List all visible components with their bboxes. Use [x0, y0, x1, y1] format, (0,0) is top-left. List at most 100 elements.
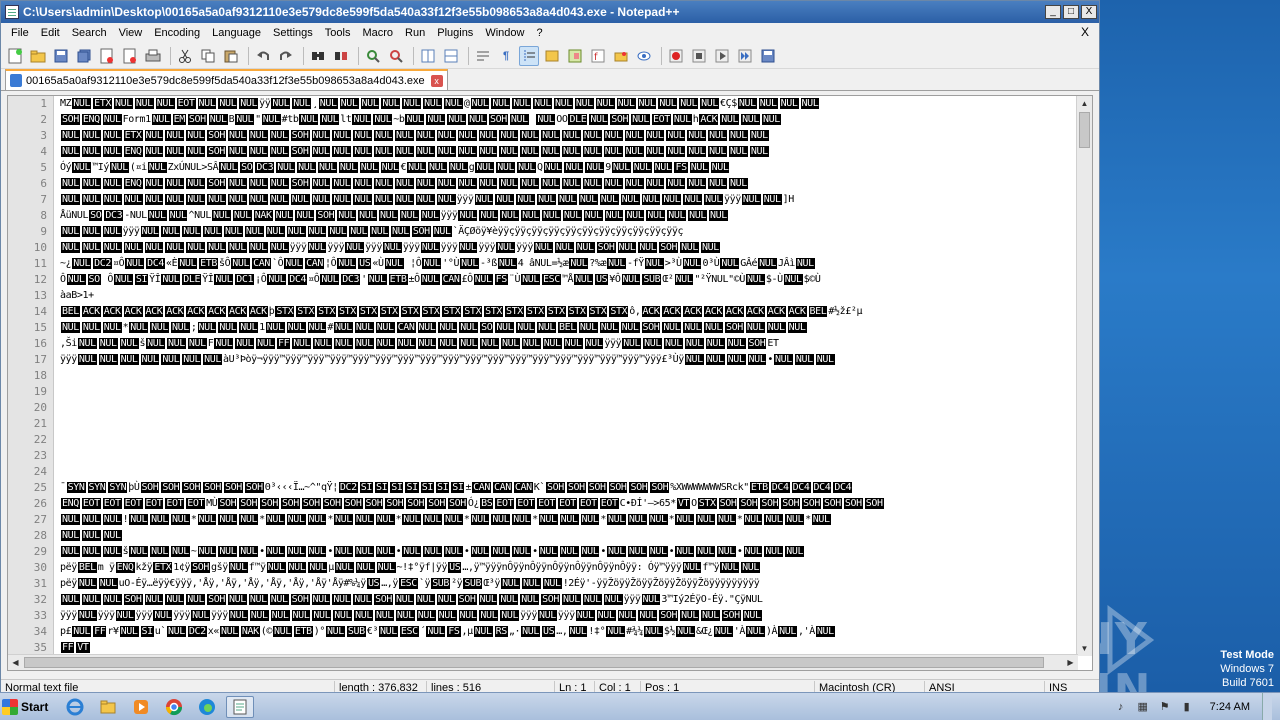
menu-plugins[interactable]: Plugins [431, 24, 479, 42]
menu-macro[interactable]: Macro [356, 24, 399, 42]
code-line[interactable]: NUL NUL NUL NUL NUL NUL NUL NUL NUL NUL NUL NUL NUL N… [60, 192, 1076, 208]
code-line[interactable]: ÿÿÿ NUL NUL NUL NUL NUL NUL NUL àU³Þòÿ¬ÿÿÿ™ÿÿÿ™ÿ… [60, 352, 1076, 368]
code-line[interactable]: ~¿ NUL DC2 ¤Ô NUL DC4 «È NUL ETB šÔ NUL CAN `Ô NUL CAN… [60, 256, 1076, 272]
menu-language[interactable]: Language [206, 24, 267, 42]
code-line[interactable]: NUL NUL NUL š NUL NUL NUL ~ NUL NUL NUL • NUL NUL NUL •… [60, 544, 1076, 560]
stop-macro-icon[interactable] [689, 46, 709, 66]
vertical-scroll-thumb[interactable] [1079, 112, 1090, 148]
scroll-right-icon[interactable]: ▶ [1063, 655, 1078, 670]
action-center-icon[interactable]: ⚑ [1158, 700, 1172, 714]
code-line[interactable]: pëÿ BEL m ÿ ENQ kžÿ ETX 1¢ÿ SOH gšÿ NUL f™ÿ NUL NUL N… [60, 560, 1076, 576]
code-line[interactable] [60, 416, 1076, 432]
code-line[interactable] [60, 400, 1076, 416]
start-button[interactable]: Start [2, 695, 56, 719]
volume-icon[interactable]: ♪ [1114, 700, 1128, 714]
edge-icon[interactable] [193, 696, 221, 718]
code-line[interactable]: NUL NUL NUL ETX NUL NUL NUL SOH NUL NUL NUL SOH NUL N… [60, 128, 1076, 144]
scroll-left-icon[interactable]: ◀ [8, 655, 23, 670]
code-line[interactable]: Ô NUL SO Ô NUL SI ŸÎ NUL DLE ŸÎ NUL DC1 ¡Ô NUL DC4 ¤Ô N… [60, 272, 1076, 288]
code-line[interactable]: NUL NUL NUL NUL NUL NUL NUL NUL NUL NUL NUL ÿÿÿ NUL ÿ… [60, 240, 1076, 256]
save-macro-icon[interactable] [758, 46, 778, 66]
code-line[interactable] [60, 384, 1076, 400]
code-line[interactable]: NUL NUL NUL * NUL NUL NUL; NUL NUL NUL 1 NUL NUL NUL #… [60, 320, 1076, 336]
new-file-icon[interactable] [5, 46, 25, 66]
code-line[interactable] [60, 432, 1076, 448]
code-line[interactable]: ÅüNUL SO DC3 -NUL NUL NUL ^NUL NUL NUL NAK NUL NUL S… [60, 208, 1076, 224]
close-all-icon[interactable] [120, 46, 140, 66]
menu-edit[interactable]: Edit [35, 24, 66, 42]
power-icon[interactable]: ▮ [1180, 700, 1194, 714]
code-line[interactable]: NUL NUL NUL ENQ NUL NUL NUL SOH NUL NUL NUL SOH NUL N… [60, 144, 1076, 160]
maximize-button[interactable]: □ [1063, 5, 1079, 19]
notepadpp-icon[interactable] [226, 695, 254, 718]
file-tab[interactable]: 00165a5a0af9312110e3e579dc8e599f5da540a3… [5, 69, 448, 90]
editor-pane[interactable]: 1 2 3 4 5 6 7 8 9 10 11 12 13 14 15 16 17 18 19 20 21 22 23 24 2… [7, 95, 1093, 671]
menu-window[interactable]: Window [479, 24, 530, 42]
cut-icon[interactable] [175, 46, 195, 66]
code-line[interactable]: BEL ACK ACK ACK ACK ACK ACK ACK ACK ACK þ STX STX STX… [60, 304, 1076, 320]
code-line[interactable]: NUL NUL NUL! NUL NUL NUL * NUL NUL NUL * NUL NUL NUL *… [60, 512, 1076, 528]
vertical-scrollbar[interactable]: ▲ ▼ [1076, 96, 1092, 656]
code-line[interactable]: SOH ENQ NUL Form1 NUL EM SOH NUL B NUL " NUL #tb NUL N… [60, 112, 1076, 128]
code-line[interactable]: ÿÿÿ NUL ÿÿÿ NUL ÿÿÿ NUL ÿÿÿ NUL ÿÿÿ NUL NUL NUL NUL N… [60, 608, 1076, 624]
close-file-icon[interactable] [97, 46, 117, 66]
monitoring-icon[interactable] [634, 46, 654, 66]
chrome-icon[interactable] [160, 696, 188, 718]
word-wrap-icon[interactable] [473, 46, 493, 66]
text-area[interactable]: MZ NUL ETX NUL NUL NUL EOT NUL NUL NUL ÿÿ NUL NUL ¸ NU… [60, 96, 1076, 656]
replace-icon[interactable] [331, 46, 351, 66]
code-line[interactable]: Óý NUL ™Iý NUL (¤i NUL ZxÚNUL>SÂ NUL SO DC3 NUL NUL… [60, 160, 1076, 176]
title-bar[interactable]: C:\Users\admin\Desktop\00165a5a0af931211… [1, 1, 1099, 23]
copy-icon[interactable] [198, 46, 218, 66]
code-line[interactable] [60, 448, 1076, 464]
code-line[interactable]: ENQ EOT EOT EOT EOT EOT EOT MÙ SOH SOH SOH SOH SOH SO… [60, 496, 1076, 512]
code-line[interactable]: ¯ SYN SYN SYN þÙ SOH SOH SOH SOH SOH SOH Θ³‹‹‹Ï…~^"… [60, 480, 1076, 496]
menu-encoding[interactable]: Encoding [148, 24, 206, 42]
redo-icon[interactable] [276, 46, 296, 66]
document-map-icon[interactable] [565, 46, 585, 66]
function-list-icon[interactable]: f [588, 46, 608, 66]
close-document-button[interactable]: X [1081, 25, 1089, 39]
code-line[interactable]: p£ NUL FF r¥ NUL SI u` NUL DC2 x« NUL NAK (© NUL ETB)°… [60, 624, 1076, 640]
close-button[interactable]: X [1081, 5, 1097, 19]
clock[interactable]: 7:24 AM [1210, 701, 1250, 713]
user-language-icon[interactable] [542, 46, 562, 66]
undo-icon[interactable] [253, 46, 273, 66]
explorer-icon[interactable] [94, 696, 122, 718]
menu-settings[interactable]: Settings [267, 24, 319, 42]
menu-tools[interactable]: Tools [319, 24, 357, 42]
code-line[interactable]: àaB>1+ [60, 288, 1076, 304]
code-line[interactable]: MZ NUL ETX NUL NUL NUL EOT NUL NUL NUL ÿÿ NUL NUL ¸ NU… [60, 96, 1076, 112]
horizontal-scrollbar[interactable]: ◀ ▶ [8, 654, 1078, 670]
code-line[interactable]: ,Ši NUL NUL NUL š NUL NUL NUL F NUL NUL NUL FF NUL NUL… [60, 336, 1076, 352]
menu-view[interactable]: View [113, 24, 149, 42]
menu-file[interactable]: File [5, 24, 35, 42]
sync-vertical-icon[interactable] [418, 46, 438, 66]
code-line[interactable]: NUL NUL NUL ENQ NUL NUL NUL SOH NUL NUL NUL SOH NUL N… [60, 176, 1076, 192]
code-line[interactable]: pëÿ NUL NUL uO-Éÿ…ëÿÿ€ÿÿÿ,'Åÿ,'Åÿ,'Åÿ,'Åÿ,'… [60, 576, 1076, 592]
run-macro-multiple-icon[interactable] [735, 46, 755, 66]
find-icon[interactable] [308, 46, 328, 66]
play-macro-icon[interactable] [712, 46, 732, 66]
code-line[interactable]: NUL NUL NUL SOH NUL NUL NUL SOH NUL NUL NUL SOH NUL N… [60, 592, 1076, 608]
save-all-icon[interactable] [74, 46, 94, 66]
code-line[interactable]: NUL NUL NUL ÿÿÿ NUL NUL NUL NUL NUL NUL NUL NUL NUL N… [60, 224, 1076, 240]
indent-guide-icon[interactable] [519, 45, 539, 66]
folder-workspace-icon[interactable] [611, 46, 631, 66]
scroll-up-icon[interactable]: ▲ [1077, 96, 1092, 111]
code-line[interactable] [60, 464, 1076, 480]
tab-close-icon[interactable]: x [430, 74, 443, 87]
code-line[interactable]: NUL NUL NUL [60, 528, 1076, 544]
print-icon[interactable] [143, 46, 163, 66]
zoom-out-icon[interactable] [386, 46, 406, 66]
code-line[interactable] [60, 368, 1076, 384]
horizontal-scroll-thumb[interactable] [24, 657, 1044, 668]
open-file-icon[interactable] [28, 46, 48, 66]
network-icon[interactable]: ▦ [1136, 700, 1150, 714]
scroll-down-icon[interactable]: ▼ [1077, 641, 1092, 656]
paste-icon[interactable] [221, 46, 241, 66]
show-desktop-button[interactable] [1262, 692, 1272, 720]
show-all-chars-icon[interactable]: ¶ [496, 46, 516, 66]
save-icon[interactable] [51, 46, 71, 66]
menu-help[interactable]: ? [530, 24, 548, 42]
